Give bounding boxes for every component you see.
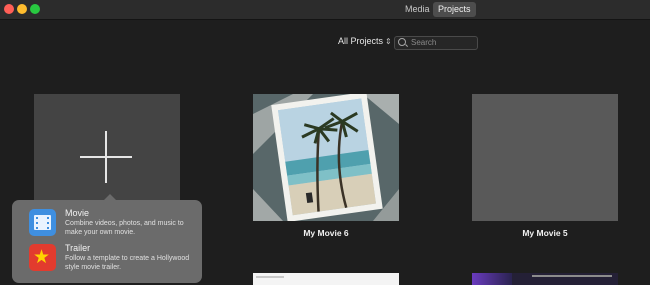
window-titlebar: Media Projects [0,0,650,20]
search-field[interactable]: Search [394,36,478,50]
trailer-option-description: Follow a template to create a Hollywood … [65,255,190,271]
new-trailer-option[interactable]: ★ Trailer Follow a template to create a … [29,243,199,275]
new-project-button[interactable] [34,94,180,200]
tab-media[interactable]: Media [400,2,435,17]
movie-icon [29,209,56,236]
minimize-window-button[interactable] [17,4,27,14]
popover-arrow [104,194,116,200]
trailer-icon: ★ [29,244,56,271]
close-window-button[interactable] [4,4,14,14]
project-thumbnail-partial-2[interactable] [472,273,618,285]
project-title-my-movie-6: My Movie 6 [303,228,349,238]
movie-option-title: Movie [65,208,90,218]
projects-filter-popup[interactable]: All Projects ⇕ [338,36,392,46]
search-placeholder: Search [411,38,437,47]
search-icon [398,38,406,46]
project-title-my-movie-5: My Movie 5 [522,228,568,238]
beach-photo-thumbnail [253,94,399,221]
up-down-chevron-icon: ⇕ [385,37,392,46]
thumbnail-detail [472,273,512,285]
project-thumbnail-partial-1[interactable] [253,273,399,285]
plus-icon-vertical [105,131,107,183]
trailer-option-title: Trailer [65,243,91,253]
projects-filter-label: All Projects [338,36,384,46]
thumbnail-detail [532,275,612,277]
new-movie-option[interactable]: Movie Combine videos, photos, and music … [29,208,199,240]
new-project-popover: Movie Combine videos, photos, and music … [12,194,202,283]
project-thumbnail-my-movie-6[interactable] [253,94,399,221]
tab-projects[interactable]: Projects [433,2,476,17]
project-thumbnail-my-movie-5[interactable] [472,94,618,221]
thumbnail-detail [256,276,284,278]
zoom-window-button[interactable] [30,4,40,14]
movie-option-description: Combine videos, photos, and music to mak… [65,220,184,236]
